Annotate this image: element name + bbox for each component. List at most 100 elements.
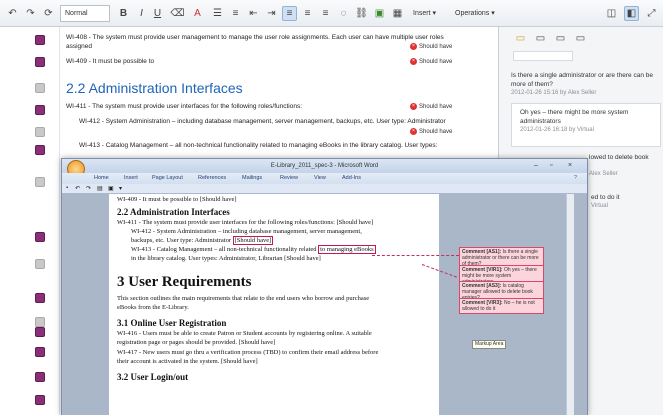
paragraph-marker-icon[interactable]: [35, 83, 45, 93]
comment-connector: [372, 255, 459, 256]
priority-badge[interactable]: × Should have: [410, 58, 452, 66]
ribbon-tabs: Home Insert Page Layout References Maili…: [62, 173, 587, 184]
preview-icon[interactable]: ▣: [108, 185, 114, 192]
operations-menu[interactable]: Operations ▾: [452, 6, 498, 21]
comment-marker-icon[interactable]: [35, 395, 45, 405]
comment-marker-icon[interactable]: [35, 57, 45, 67]
comment-icon[interactable]: ◌: [336, 6, 351, 21]
close-icon[interactable]: ×: [568, 159, 572, 173]
wi-413-line: WI-413 - Catalog Management – all non-te…: [131, 245, 376, 254]
req-wi-413: WI-413 - Catalog Management – all non-te…: [79, 142, 437, 150]
help-icon[interactable]: ?: [574, 173, 577, 184]
comment-text: lowed to delete book: [589, 154, 649, 161]
document-page[interactable]: WI-409 - It must be possible to [Should …: [109, 194, 439, 415]
folder-icon[interactable]: ▭: [513, 31, 528, 46]
tab-home[interactable]: Home: [94, 173, 109, 184]
operations-menu-label: Operations: [455, 10, 490, 17]
indent-icon[interactable]: ⇥: [264, 6, 279, 21]
tab-review[interactable]: Review: [280, 173, 298, 184]
outdent-icon[interactable]: ⇤: [246, 6, 261, 21]
print-icon[interactable]: ▤: [97, 185, 103, 192]
tab-page-layout[interactable]: Page Layout: [152, 173, 183, 184]
text-color-icon[interactable]: A: [190, 6, 205, 21]
comment-marker-icon[interactable]: [35, 145, 45, 155]
tab-insert[interactable]: Insert: [124, 173, 138, 184]
panel-tool-icon[interactable]: ▭: [533, 31, 548, 46]
refresh-icon[interactable]: ⟳: [41, 6, 56, 21]
commented-text[interactable]: [Should have]: [232, 236, 274, 245]
bold-icon[interactable]: B: [116, 6, 131, 21]
comment-thread-2[interactable]: lowed to delete book Alex Seller: [589, 153, 661, 179]
comment-marker-icon[interactable]: [35, 293, 45, 303]
paragraph: eBooks from the E-Library.: [117, 304, 189, 311]
reply-meta: 2012-01-26 16:18 by Virtual: [520, 127, 594, 133]
align-right-icon[interactable]: ≡: [318, 6, 333, 21]
save-icon[interactable]: ▪: [66, 185, 68, 191]
paragraph-marker-icon[interactable]: [35, 127, 45, 137]
wi-412-text: backups, etc. User type: Administrator: [131, 237, 232, 244]
priority-badge[interactable]: × Should have: [410, 103, 452, 111]
panel-tool-icon[interactable]: ▭: [553, 31, 568, 46]
wi-411-line: WI-411 - The system must provide user in…: [117, 219, 374, 226]
reply-2[interactable]: ed to do it Virtual: [591, 193, 661, 211]
comment-thread-1[interactable]: Is there a single administrator or are t…: [511, 71, 661, 98]
comment-marker-icon[interactable]: [35, 327, 45, 337]
panel-input[interactable]: [513, 51, 573, 61]
undo-icon[interactable]: ↶: [75, 185, 80, 192]
minimize-icon[interactable]: –: [534, 159, 538, 173]
link-icon[interactable]: ⛓: [354, 6, 369, 21]
style-select[interactable]: Normal: [60, 5, 110, 22]
paragraph-marker-icon[interactable]: [35, 177, 45, 187]
wi-412-line: WI-412 - System Administration – includi…: [131, 228, 362, 235]
comment-marker-icon[interactable]: [35, 105, 45, 115]
comment-marker-icon[interactable]: [35, 35, 45, 45]
bullet-list-icon[interactable]: ☰: [210, 6, 225, 21]
remove-icon: ×: [410, 103, 417, 110]
eraser-icon[interactable]: ⌫: [170, 6, 185, 21]
paragraph-marker-icon[interactable]: [35, 317, 45, 327]
req-wi-411: WI-411 - The system must provide user in…: [66, 103, 303, 110]
align-left-icon[interactable]: ≡: [282, 6, 297, 21]
vertical-scrollbar[interactable]: [566, 194, 574, 415]
section-heading: 2.2 Administration Interfaces: [66, 80, 243, 96]
table-icon[interactable]: ▦: [390, 6, 405, 21]
numbered-list-icon[interactable]: ≡: [228, 6, 243, 21]
commented-text[interactable]: to managing eBooks: [318, 245, 376, 254]
remove-icon: ×: [410, 128, 417, 135]
priority-badge[interactable]: × Should have: [410, 128, 452, 136]
wi-409-line: WI-409 - It must be possible to [Should …: [117, 196, 237, 203]
undo-icon[interactable]: ↶: [5, 6, 20, 21]
underline-icon[interactable]: U: [150, 6, 165, 21]
wi-416-line-2: registration page or pages should be pro…: [117, 339, 276, 346]
word-comment-4[interactable]: Comment [VIR3]: No – he is not allowed t…: [459, 298, 544, 314]
layout-icon[interactable]: ◫: [604, 6, 619, 21]
priority-badge[interactable]: × Should have: [410, 43, 452, 51]
align-center-icon[interactable]: ≡: [300, 6, 315, 21]
section-heading: 2.2 Administration Interfaces: [117, 207, 230, 217]
tab-add-ins[interactable]: Add-Ins: [342, 173, 361, 184]
expand-icon[interactable]: ⤢: [644, 6, 659, 21]
insert-menu[interactable]: Insert ▾: [410, 6, 439, 21]
tab-references[interactable]: References: [198, 173, 226, 184]
wi-416-line: WI-416 - Users must be able to create Pa…: [117, 330, 372, 337]
image-icon[interactable]: ▣: [372, 6, 387, 21]
req-wi-409: WI-409 - It must be possible to: [66, 58, 155, 65]
maximize-icon[interactable]: ▫: [550, 159, 552, 173]
comment-marker-icon[interactable]: [35, 232, 45, 242]
tab-mailings[interactable]: Mailings: [242, 173, 262, 184]
comment-marker-icon[interactable]: [35, 347, 45, 357]
priority-label: Should have: [419, 104, 453, 111]
comments-panel-icon[interactable]: ◧: [624, 6, 639, 21]
italic-icon[interactable]: I: [134, 6, 149, 21]
req-wi-413-text-2: to managing eBooks in the library catalo…: [281, 142, 438, 149]
tab-view[interactable]: View: [314, 173, 326, 184]
quick-access-dropdown-icon[interactable]: ▾: [119, 185, 122, 192]
section-heading: 3.2 User Login/out: [117, 372, 189, 382]
redo-icon[interactable]: ↷: [23, 6, 38, 21]
comment-marker-icon[interactable]: [35, 372, 45, 382]
panel-tool-icon[interactable]: ▭: [573, 31, 588, 46]
redo-icon[interactable]: ↷: [86, 185, 91, 192]
reply-box[interactable]: Oh yes – there might be more system admi…: [511, 103, 661, 147]
paragraph-marker-icon[interactable]: [35, 259, 45, 269]
wi-413-line-2: in the library catalog. User types: Admi…: [131, 255, 321, 262]
